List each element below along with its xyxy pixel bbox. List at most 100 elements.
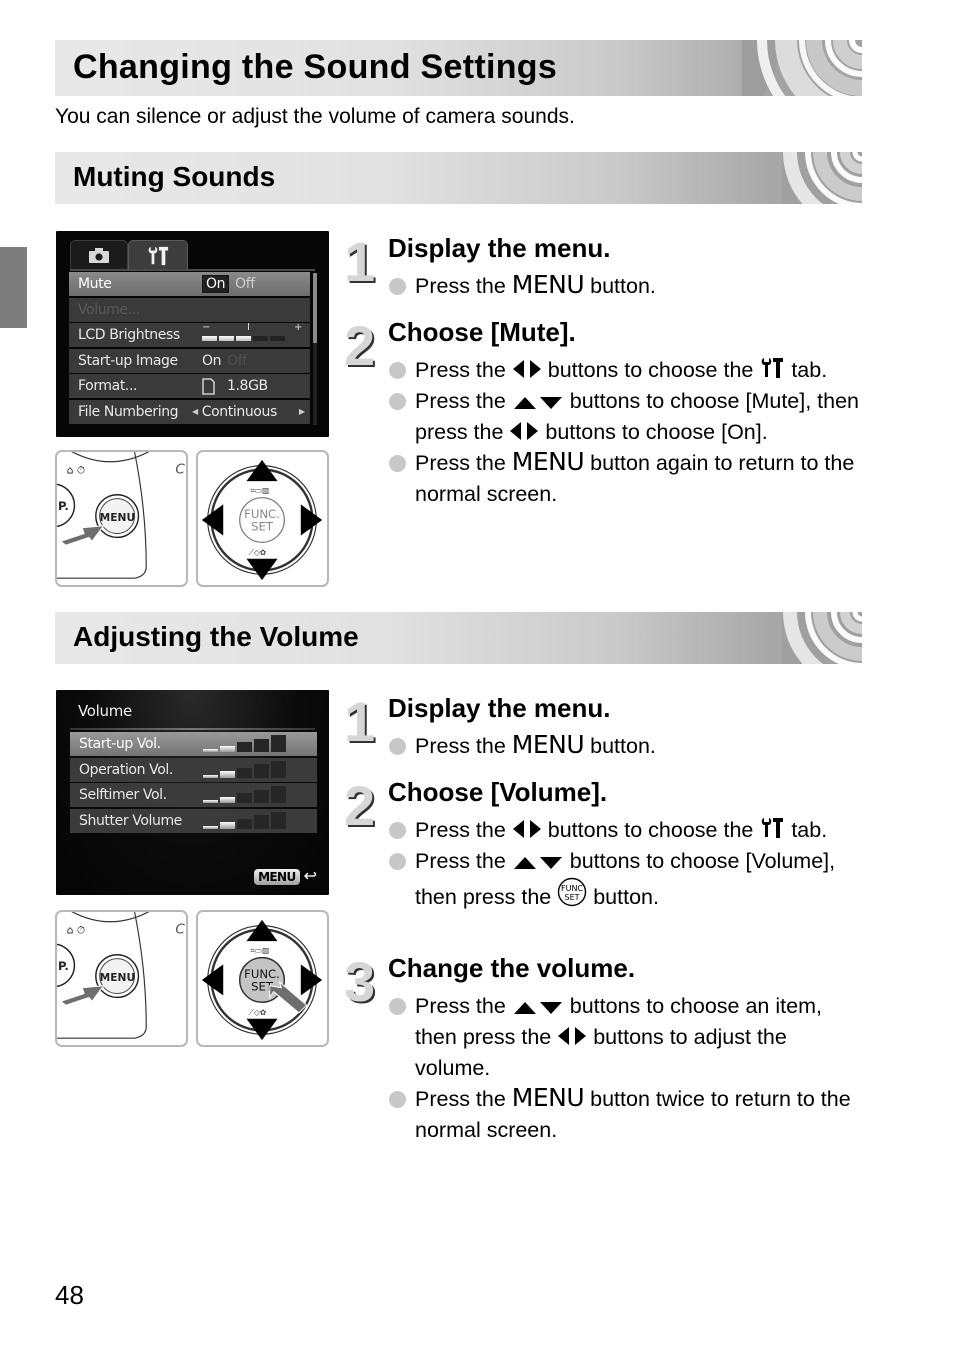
left-right-arrows-icon — [512, 360, 541, 378]
startup-image-toggle[interactable]: On Off — [202, 353, 247, 369]
menu-key-icon: MENU — [254, 869, 300, 885]
step-number-1: 1 1 — [344, 233, 377, 289]
volume-cell — [271, 760, 286, 778]
intro-text: You can silence or adjust the volume of … — [55, 105, 575, 128]
svg-text:1: 1 — [344, 233, 375, 289]
section-heading-muting: Muting Sounds — [73, 161, 276, 192]
tab-setup[interactable] — [128, 240, 188, 270]
menu-row-volume[interactable]: Volume... — [69, 297, 310, 322]
section-heading-band-volume: Adjusting the Volume — [55, 612, 862, 664]
sound-rings-decoration-icon — [782, 612, 862, 664]
menu-back-button[interactable]: MENU ↩ — [254, 869, 317, 885]
sound-rings-decoration-icon — [782, 152, 862, 204]
mute-toggle[interactable]: On Off — [202, 275, 255, 293]
volume-cell — [203, 749, 218, 752]
svg-text:FUNC: FUNC — [561, 884, 583, 893]
step-number-3: 3 3 — [344, 953, 377, 1009]
illustration-control-dial: FUNC. SET ⌗▭▨ ⟋◇✿ — [196, 450, 329, 587]
menu-row-mute[interactable]: Mute On Off — [69, 272, 310, 296]
step-title: Change the volume. — [388, 953, 636, 983]
step-number-1: 1 1 — [344, 693, 377, 749]
menu-row-label: Mute — [78, 276, 112, 292]
bullet-item: Press the MENU button. — [388, 731, 868, 762]
volume-row-startup[interactable]: Start-up Vol. — [70, 732, 317, 756]
volume-level-bar[interactable] — [203, 786, 286, 804]
bullet-item: Press the buttons to choose the tab. — [388, 815, 868, 846]
chevron-right-icon[interactable]: ▶ — [299, 407, 305, 416]
volume-cell — [237, 818, 252, 829]
volume-screen-title: Volume — [78, 702, 132, 720]
wrench-hammer-icon — [759, 816, 785, 840]
volume-level-bar[interactable] — [203, 760, 286, 778]
volume-row-operation[interactable]: Operation Vol. — [70, 757, 317, 782]
left-right-arrows-icon — [510, 422, 539, 440]
page-number: 48 — [55, 1280, 84, 1310]
brightness-slider[interactable]: − I + — [202, 322, 303, 346]
bullet-item: Press the buttons to choose an item, the… — [388, 991, 868, 1084]
menu-row-lcd-brightness[interactable]: LCD Brightness − I + — [69, 322, 310, 348]
chevron-left-icon[interactable]: ◀ — [192, 407, 198, 416]
menu-row-file-numbering[interactable]: File Numbering ◀ Continuous ▶ — [69, 399, 310, 424]
control-dial-func-set-illustration: FUNC. SET ⌗▭▨ ⟋◇✿ — [201, 919, 323, 1041]
tab-shooting[interactable] — [70, 240, 128, 270]
step-title: Choose [Volume]. — [388, 777, 608, 807]
up-down-arrows-icon — [513, 1002, 562, 1014]
volume-cell — [271, 786, 286, 804]
option-off[interactable]: Off — [227, 353, 247, 369]
p-button-label: P. — [58, 499, 69, 513]
step-bullets: Press the buttons to choose the tab. Pre… — [388, 815, 868, 913]
volume-cell — [203, 774, 218, 778]
menu-row-startup-image[interactable]: Start-up Image On Off — [69, 348, 310, 373]
menu-row-label: Start-up Image — [78, 352, 178, 369]
control-dial-illustration: FUNC. SET ⌗▭▨ ⟋◇✿ — [201, 459, 323, 581]
volume-level-bar[interactable] — [203, 811, 286, 829]
chapter-side-tab — [0, 247, 27, 328]
section-heading-volume: Adjusting the Volume — [73, 621, 359, 652]
volume-row-selftimer[interactable]: Selftimer Vol. — [70, 783, 317, 808]
svg-text:⌂ ⏱: ⌂ ⏱ — [67, 923, 85, 936]
svg-text:MENU: MENU — [100, 511, 135, 524]
menu-list: Mute On Off Volume... LCD Brightness − I… — [69, 272, 310, 426]
option-off[interactable]: Off — [235, 276, 255, 292]
illustration-func-set-button: FUNC. SET ⌗▭▨ ⟋◇✿ — [196, 910, 329, 1047]
volume-cell — [271, 735, 286, 752]
bullet-item: Press the buttons to choose [Mute], then… — [388, 386, 868, 448]
left-right-arrows-icon — [558, 1027, 587, 1045]
svg-text:⌗▭▨: ⌗▭▨ — [250, 946, 269, 955]
menu-row-format[interactable]: Format... 1.8GB — [69, 374, 310, 399]
brightness-level-bar — [202, 336, 285, 342]
camera-body-menu-button-illustration: ⌂ ⏱ P. MENU C — [57, 452, 185, 579]
step-number-2: 2 2 — [344, 777, 377, 833]
svg-text:2: 2 — [344, 777, 375, 833]
volume-cell — [237, 742, 252, 752]
volume-row-shutter[interactable]: Shutter Volume — [70, 808, 317, 833]
option-on[interactable]: On — [202, 275, 230, 293]
bullet-item: Press the MENU button twice to return to… — [388, 1084, 868, 1146]
memory-card-icon — [202, 378, 215, 395]
wrench-hammer-icon — [759, 356, 785, 380]
camera-lcd-settings-menu: Mute On Off Volume... LCD Brightness − I… — [56, 231, 329, 437]
option-on[interactable]: On — [202, 353, 221, 369]
step-title: Display the menu. — [388, 233, 611, 263]
volume-row-label: Operation Vol. — [79, 761, 173, 778]
menu-scrollbar[interactable] — [313, 273, 317, 425]
volume-level-bar[interactable] — [203, 735, 286, 752]
svg-text:⟋◇✿: ⟋◇✿ — [248, 548, 266, 557]
func-set-button-icon: FUNCSET — [558, 877, 587, 907]
volume-cell — [203, 825, 218, 829]
step-bullets: Press the buttons to choose the tab. Pre… — [388, 355, 868, 510]
menu-key-icon: MENU — [511, 447, 585, 476]
volume-list: Start-up Vol. Operation Vol. Selftimer V… — [70, 732, 317, 834]
menu-key-icon: MENU — [511, 270, 585, 299]
brightness-cell — [202, 336, 217, 342]
menu-tabs — [70, 240, 310, 270]
illustration-menu-button: ⌂ ⏱ P. MENU C — [55, 450, 188, 587]
scrollbar-thumb[interactable] — [313, 273, 317, 343]
scale-max-label: + — [294, 322, 303, 334]
scale-mid-label: I — [247, 322, 250, 334]
section-heading-band-muting: Muting Sounds — [55, 152, 862, 204]
step-title: Choose [Mute]. — [388, 317, 576, 347]
step-bullets: Press the MENU button. — [388, 731, 868, 762]
svg-text:SET: SET — [565, 893, 580, 902]
volume-row-label: Start-up Vol. — [79, 736, 161, 752]
